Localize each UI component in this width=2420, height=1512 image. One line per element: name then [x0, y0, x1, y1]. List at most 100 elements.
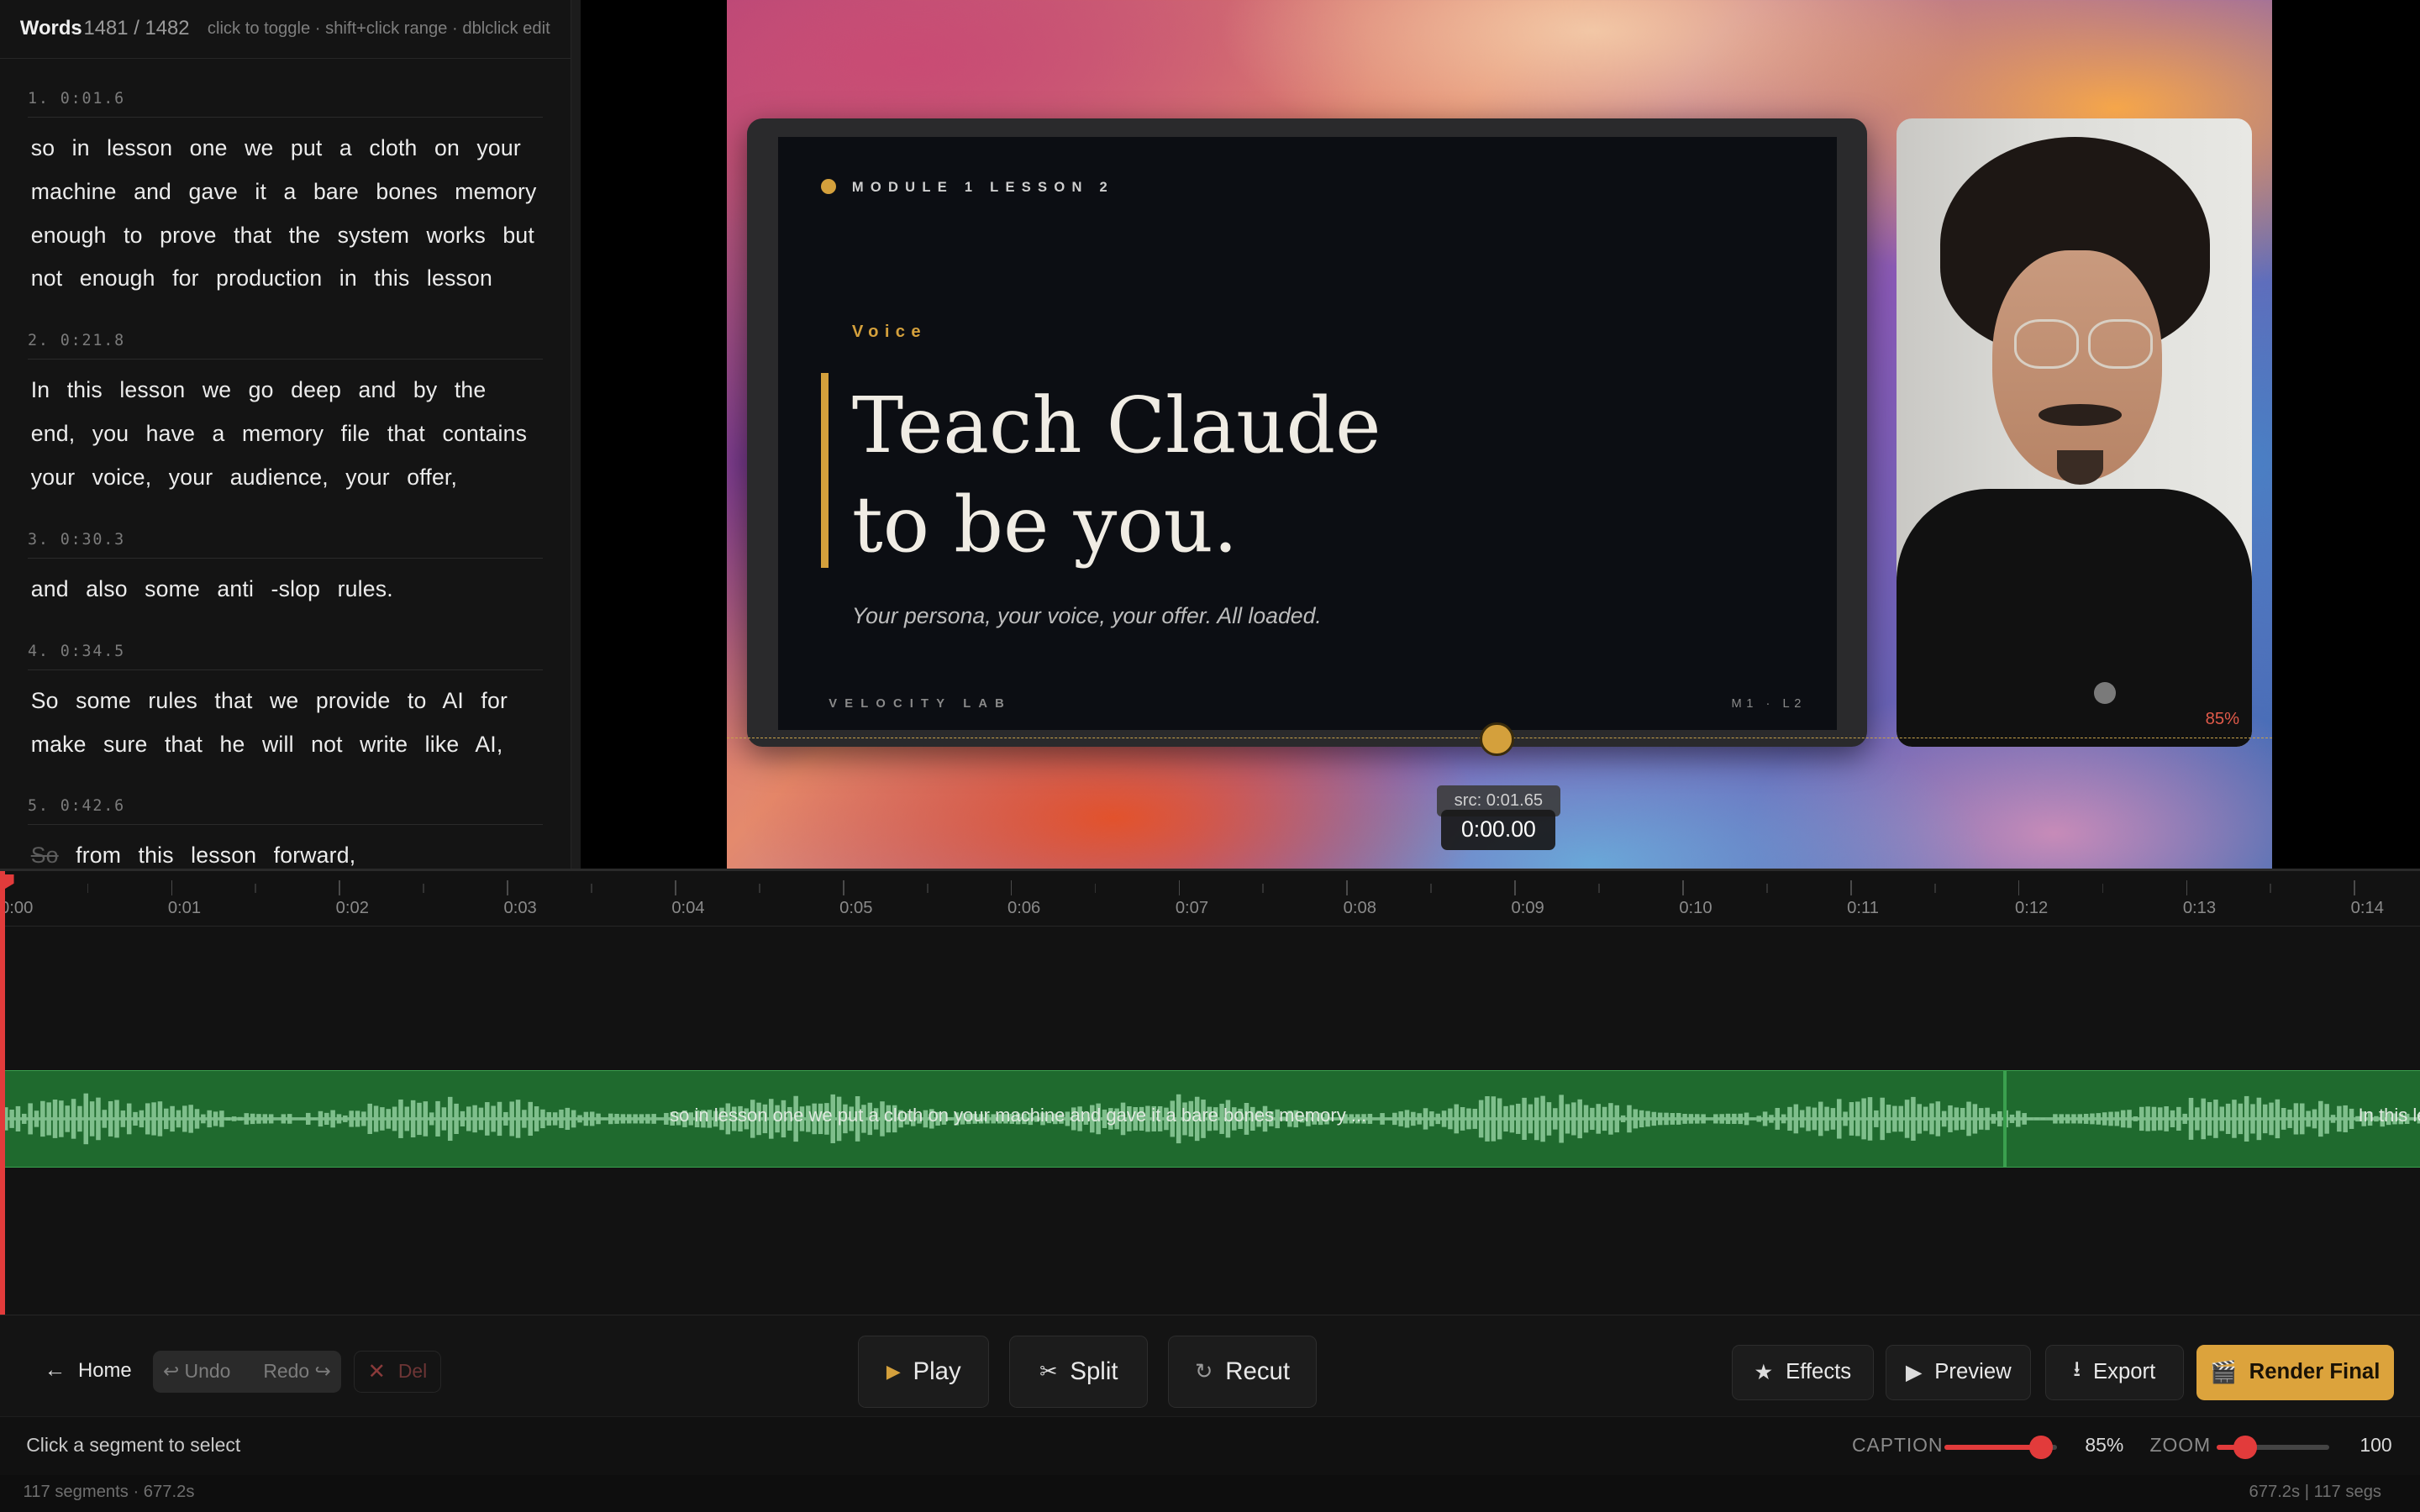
- split-button[interactable]: ✂ Split: [1009, 1335, 1149, 1409]
- clapperboard-icon: 🎬: [2209, 1360, 2237, 1384]
- effects-button[interactable]: ★ Effects: [1731, 1344, 1874, 1400]
- waveform-bar: [2096, 1113, 2101, 1125]
- waveform-bar: [2114, 1111, 2119, 1126]
- export-button[interactable]: ⭳ Export: [2044, 1344, 2184, 1400]
- audio-track[interactable]: so in lesson one we put a cloth on your …: [3, 1069, 2420, 1168]
- slide: MODULE 1 LESSON 2 Voice Teach Claude to …: [777, 137, 1837, 730]
- segment-5[interactable]: 5. 0:42.6 So from this lesson forward,: [28, 785, 543, 869]
- segment-1[interactable]: 1. 0:01.6 so in lesson one we put a clot…: [28, 77, 543, 302]
- zoom-slider[interactable]: [2216, 1436, 2329, 1459]
- waveform-bar: [423, 1101, 428, 1137]
- editor-app: Words 1481 / 1482 click to toggle · shif…: [0, 0, 2420, 1512]
- ruler-tick: [675, 880, 676, 896]
- waveform-bar: [1731, 1113, 1737, 1124]
- waveform-bar: [1509, 1105, 1514, 1133]
- redo-label: Redo: [263, 1360, 310, 1383]
- deleted-word[interactable]: So: [31, 843, 59, 868]
- waveform-bar: [2107, 1111, 2113, 1126]
- waveform-bar: [360, 1111, 366, 1126]
- recut-button[interactable]: ↻ Recut: [1168, 1335, 1317, 1409]
- segment-2[interactable]: 2. 0:21.8 In this lesson we go deep and …: [28, 320, 543, 501]
- segment-text[interactable]: So from this lesson forward,: [28, 825, 542, 869]
- segment-text[interactable]: In this lesson we go deep and by the end…: [28, 360, 542, 500]
- render-final-button[interactable]: 🎬 Render Final: [2196, 1344, 2394, 1400]
- camera-overlay[interactable]: 85%: [1897, 118, 2252, 747]
- waveform-bar: [34, 1110, 39, 1127]
- waveform-bar: [299, 1118, 304, 1120]
- waveform-bar: [1577, 1099, 1582, 1139]
- segment-text[interactable]: So some rules that we provide to AI for …: [28, 670, 542, 767]
- caption-slider-knob[interactable]: [2029, 1436, 2053, 1459]
- caption-position-handle[interactable]: [1480, 722, 1514, 756]
- delete-button[interactable]: ✕ Del: [353, 1351, 442, 1393]
- undo-label: Undo: [184, 1360, 231, 1383]
- waveform-bar: [2040, 1117, 2045, 1120]
- waveform-bar: [83, 1093, 88, 1145]
- waveform-bar: [595, 1113, 601, 1125]
- ruler-label: 0:06: [1007, 899, 1041, 918]
- segment-text[interactable]: and also some anti -slop rules.: [28, 559, 542, 612]
- waveform-bar: [1854, 1101, 1860, 1137]
- preview-button[interactable]: ▶ Preview: [1886, 1344, 2032, 1400]
- undo-button[interactable]: ↩ Undo: [163, 1360, 230, 1383]
- waveform-bar: [218, 1110, 224, 1127]
- ruler-label: 0:08: [1343, 899, 1376, 918]
- waveform-bar: [126, 1103, 132, 1135]
- waveform-bar: [539, 1109, 545, 1129]
- waveform-bar: [602, 1117, 607, 1120]
- play-button[interactable]: ▶ Play: [858, 1335, 990, 1409]
- waveform-bar: [1552, 1108, 1558, 1130]
- waveform-bar: [1823, 1106, 1829, 1131]
- time-ruler[interactable]: 0:00 0:01 0:02 0:03 0:04 0:05 0:06 0:07 0:08 0:09…: [0, 871, 2420, 927]
- headline-line-2: to be you.: [851, 479, 1239, 570]
- clip-caption-1: so in lesson one we put a cloth on your …: [670, 1105, 1367, 1126]
- words-title: Words: [19, 17, 82, 40]
- waveform-bar: [1589, 1107, 1595, 1130]
- waveform-bar: [1534, 1097, 1539, 1141]
- waveform-bar: [1954, 1107, 1959, 1131]
- waveform-bar: [1836, 1099, 1842, 1139]
- play-label: Play: [913, 1357, 961, 1385]
- waveform-bar: [2052, 1114, 2058, 1124]
- waveform-bar: [1663, 1112, 1669, 1126]
- ruler-label: 0:11: [1847, 899, 1879, 918]
- clip-boundary[interactable]: [2003, 1070, 2007, 1167]
- x-icon: ✕: [367, 1359, 387, 1383]
- footer-summary: 677.2s | 117 segs: [2249, 1483, 2382, 1502]
- waveform-bar: [1904, 1100, 1909, 1138]
- ruler-half-tick: [1765, 883, 1768, 893]
- ruler-half-tick: [926, 883, 929, 893]
- waveform-bar: [2151, 1106, 2156, 1131]
- waveform-bar: [1404, 1110, 1409, 1128]
- words-header: Words 1481 / 1482 click to toggle · shif…: [0, 0, 571, 59]
- video-canvas[interactable]: MODULE 1 LESSON 2 Voice Teach Claude to …: [727, 0, 2272, 869]
- waveform-bar: [534, 1106, 539, 1131]
- ruler-half-tick: [758, 883, 760, 893]
- redo-button[interactable]: Redo ↪: [263, 1360, 330, 1383]
- undo-icon: ↩: [162, 1360, 180, 1383]
- waveform-bar: [1639, 1110, 1644, 1128]
- waveform-bar: [89, 1101, 95, 1137]
- waveform-bar: [281, 1114, 286, 1124]
- playhead[interactable]: [0, 871, 14, 1317]
- ruler-label: 0:04: [671, 899, 705, 918]
- segment-3[interactable]: 3. 0:30.3 and also some anti -slop rules…: [28, 518, 543, 612]
- home-label: Home: [78, 1358, 132, 1382]
- home-button[interactable]: ← Home: [28, 1347, 148, 1394]
- camera-scale: 85%: [2205, 709, 2240, 728]
- waveform-bar: [1996, 1110, 2002, 1126]
- timeline[interactable]: 0:00 0:01 0:02 0:03 0:04 0:05 0:06 0:07 0:08 0:09…: [0, 869, 2420, 1317]
- waveform-bar: [2299, 1103, 2305, 1135]
- slide-headline: Teach Claude to be you.: [852, 376, 1381, 574]
- waveform-bar: [1454, 1104, 1459, 1134]
- caption-slider[interactable]: [1944, 1436, 2058, 1459]
- waveform-bar: [2009, 1114, 2014, 1123]
- words-panel: Words 1481 / 1482 click to toggle · shif…: [0, 0, 571, 869]
- segment-text[interactable]: so in lesson one we put a cloth on your …: [28, 118, 542, 302]
- zoom-slider-knob[interactable]: [2233, 1436, 2257, 1459]
- waveform-bar: [1762, 1111, 1768, 1126]
- segment-remaining-text[interactable]: from this lesson forward,: [76, 843, 355, 868]
- waveform-bar: [1386, 1117, 1391, 1121]
- panel-divider[interactable]: [571, 0, 581, 869]
- segment-4[interactable]: 4. 0:34.5 So some rules that we provide …: [28, 630, 543, 767]
